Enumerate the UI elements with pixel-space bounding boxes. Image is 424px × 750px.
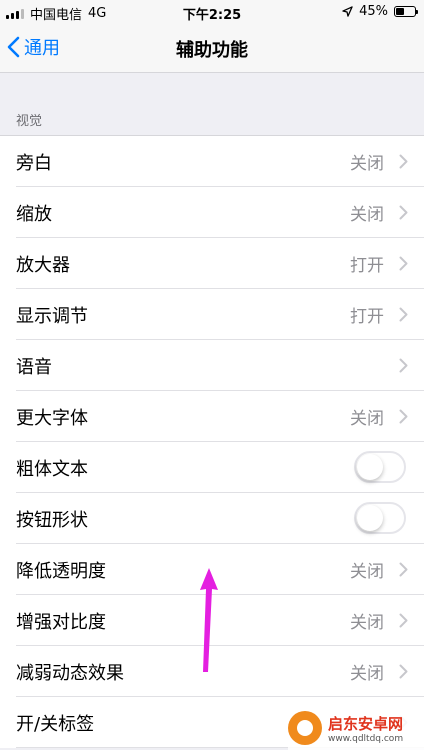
settings-row-label: 降低透明度 bbox=[16, 560, 106, 582]
watermark-logo-icon bbox=[288, 711, 322, 745]
navigation-bar: 通用 辅助功能 bbox=[0, 24, 424, 73]
settings-row-value: 关闭 bbox=[350, 409, 384, 429]
toggle-knob bbox=[357, 454, 383, 480]
watermark: 启东安卓网 www.qdltdq.com bbox=[288, 706, 424, 750]
settings-row-label: 更大字体 bbox=[16, 407, 88, 429]
watermark-title: 启东安卓网 bbox=[328, 714, 404, 733]
settings-row-value: 关闭 bbox=[350, 205, 384, 225]
chevron-right-icon bbox=[399, 307, 408, 322]
settings-row-label: 放大器 bbox=[16, 254, 70, 276]
settings-row[interactable]: 显示调节 打开 bbox=[0, 289, 424, 340]
chevron-right-icon bbox=[399, 154, 408, 169]
battery-icon bbox=[394, 6, 418, 17]
chevron-right-icon bbox=[399, 409, 408, 424]
settings-row[interactable]: 按钮形状 bbox=[0, 493, 424, 544]
chevron-right-icon bbox=[399, 664, 408, 679]
battery-percent: 45% bbox=[359, 4, 388, 19]
page-title: 辅助功能 bbox=[176, 40, 248, 61]
status-bar: 中国电信 4G 下午2:25 45% bbox=[0, 0, 424, 24]
settings-row-value: 关闭 bbox=[350, 613, 384, 633]
settings-row-label: 减弱动态效果 bbox=[16, 662, 124, 684]
settings-row-label: 粗体文本 bbox=[16, 458, 88, 480]
settings-row[interactable]: 旁白 关闭 bbox=[0, 136, 424, 187]
battery-fill bbox=[396, 8, 405, 15]
settings-row[interactable]: 放大器 打开 bbox=[0, 238, 424, 289]
settings-row-label: 旁白 bbox=[16, 152, 52, 174]
settings-row-label: 缩放 bbox=[16, 203, 52, 225]
watermark-url: www.qdltdq.com bbox=[328, 733, 404, 744]
settings-row-label: 语音 bbox=[16, 356, 52, 378]
settings-row[interactable]: 缩放 关闭 bbox=[0, 187, 424, 238]
toggle-switch[interactable] bbox=[354, 502, 406, 534]
settings-row-value: 关闭 bbox=[350, 154, 384, 174]
settings-row-value: 打开 bbox=[350, 307, 384, 327]
chevron-right-icon bbox=[399, 256, 408, 271]
arrow-annotation-icon bbox=[200, 568, 218, 672]
chevron-right-icon bbox=[399, 613, 408, 628]
toggle-switch[interactable] bbox=[354, 451, 406, 483]
status-right: 45% bbox=[342, 4, 418, 19]
settings-row-label: 显示调节 bbox=[16, 305, 88, 327]
settings-row[interactable]: 语音 bbox=[0, 340, 424, 391]
settings-row-label: 按钮形状 bbox=[16, 509, 88, 531]
settings-row-label: 增强对比度 bbox=[16, 611, 106, 633]
settings-row-value: 关闭 bbox=[350, 664, 384, 684]
settings-row[interactable]: 粗体文本 bbox=[0, 442, 424, 493]
settings-row-value: 关闭 bbox=[350, 562, 384, 582]
chevron-right-icon bbox=[399, 562, 408, 577]
watermark-text: 启东安卓网 www.qdltdq.com bbox=[328, 713, 403, 744]
settings-row-value: 打开 bbox=[350, 256, 384, 276]
chevron-right-icon bbox=[399, 205, 408, 220]
settings-row[interactable]: 更大字体 关闭 bbox=[0, 391, 424, 442]
section-header: 视觉 bbox=[16, 114, 43, 129]
settings-row-label: 开/关标签 bbox=[16, 713, 95, 735]
toggle-knob bbox=[357, 505, 383, 531]
chevron-right-icon bbox=[399, 358, 408, 373]
location-arrow-icon bbox=[342, 6, 353, 17]
